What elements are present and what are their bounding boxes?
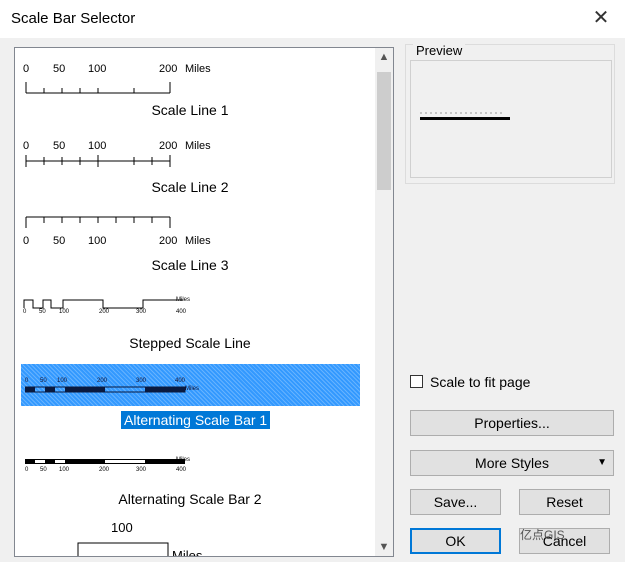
scale-line-graphic — [25, 82, 171, 94]
tick-label: 300 — [136, 467, 147, 473]
tick-label: 0 — [23, 235, 30, 247]
alternating-bar-graphic — [25, 459, 185, 464]
item-label: Stepped Scale Line — [129, 335, 251, 351]
tick-label: 200 — [99, 467, 110, 473]
scroll-down-icon[interactable]: ▼ — [375, 538, 393, 556]
tick-label: 50 — [40, 378, 47, 384]
dropdown-arrow-icon: ▼ — [597, 457, 607, 468]
reset-button[interactable]: Reset — [519, 489, 610, 515]
tick-label: 50 — [53, 235, 66, 247]
title-bar: Scale Bar Selector ✕ — [0, 0, 625, 38]
unit-label: Miles — [185, 63, 211, 75]
tick-label: 200 — [99, 309, 110, 315]
tick-label: 200 — [159, 235, 178, 247]
scale-to-fit-label: Scale to fit page — [430, 374, 531, 390]
selection-highlight — [21, 364, 360, 406]
item-label: Alternating Scale Bar 2 — [118, 491, 262, 507]
tick-label: 50 — [53, 63, 66, 75]
unit-label: Miles — [176, 457, 191, 463]
tick-label: 0 — [25, 467, 29, 473]
tick-label: 100 — [88, 140, 107, 152]
tick-label: 50 — [39, 309, 46, 315]
more-styles-button[interactable]: More Styles ▼ — [410, 450, 614, 476]
unit-label: Miles — [172, 548, 203, 557]
tick-label: 300 — [136, 309, 147, 315]
scale-to-fit-checkbox[interactable] — [410, 375, 423, 388]
more-styles-label: More Styles — [475, 455, 549, 471]
scroll-up-icon[interactable]: ▲ — [375, 48, 393, 66]
item-label: Alternating Scale Bar 1 — [121, 411, 271, 429]
tick-label: 100 — [59, 467, 70, 473]
close-icon[interactable]: ✕ — [591, 8, 611, 28]
save-button[interactable]: Save... — [410, 489, 501, 515]
tick-label: 100 — [88, 63, 107, 75]
window-title: Scale Bar Selector — [11, 10, 136, 27]
tick-label: 400 — [175, 378, 186, 384]
preview-pane — [410, 60, 612, 178]
tick-label: 100 — [57, 378, 68, 384]
stepped-scale-graphic — [23, 299, 183, 309]
tick-label: 0 — [23, 140, 30, 152]
unit-label: Miles — [176, 297, 191, 303]
properties-button[interactable]: Properties... — [410, 410, 614, 436]
tick-label: 0 — [25, 378, 29, 384]
item-label: Scale Line 2 — [151, 179, 229, 195]
scale-line-graphic — [25, 216, 171, 228]
scale-bar-style-list[interactable]: 0 50 100 200 Miles Scale Line 1 0 50 100… — [14, 47, 394, 557]
preview-scale-graphic — [420, 112, 510, 120]
tick-label: 400 — [176, 309, 187, 315]
watermark-logo: 亿点GIS — [520, 528, 565, 542]
tick-label: 100 — [59, 309, 70, 315]
alternating-bar-graphic — [25, 386, 186, 393]
scale-box-graphic — [77, 542, 169, 556]
item-label: Scale Line 3 — [151, 257, 229, 273]
ok-button[interactable]: OK — [410, 528, 501, 554]
tick-label: 200 — [159, 140, 178, 152]
preview-title: Preview — [413, 43, 466, 58]
tick-label: 50 — [40, 467, 47, 473]
tick-label: 100 — [111, 520, 133, 535]
tick-label: 0 — [23, 63, 30, 75]
list-scrollbar[interactable]: ▲ ▼ — [375, 48, 393, 556]
tick-label: 0 — [23, 309, 27, 315]
item-label: Scale Line 1 — [151, 102, 229, 118]
tick-label: 50 — [53, 140, 66, 152]
scale-line-graphic — [25, 155, 171, 167]
tick-label: 100 — [88, 235, 107, 247]
tick-label: 300 — [136, 378, 147, 384]
scroll-thumb[interactable] — [377, 72, 391, 190]
tick-label: 200 — [97, 378, 108, 384]
tick-label: 200 — [159, 63, 178, 75]
unit-label: Miles — [185, 235, 211, 247]
unit-label: Miles — [185, 140, 211, 152]
tick-label: 400 — [176, 467, 187, 473]
